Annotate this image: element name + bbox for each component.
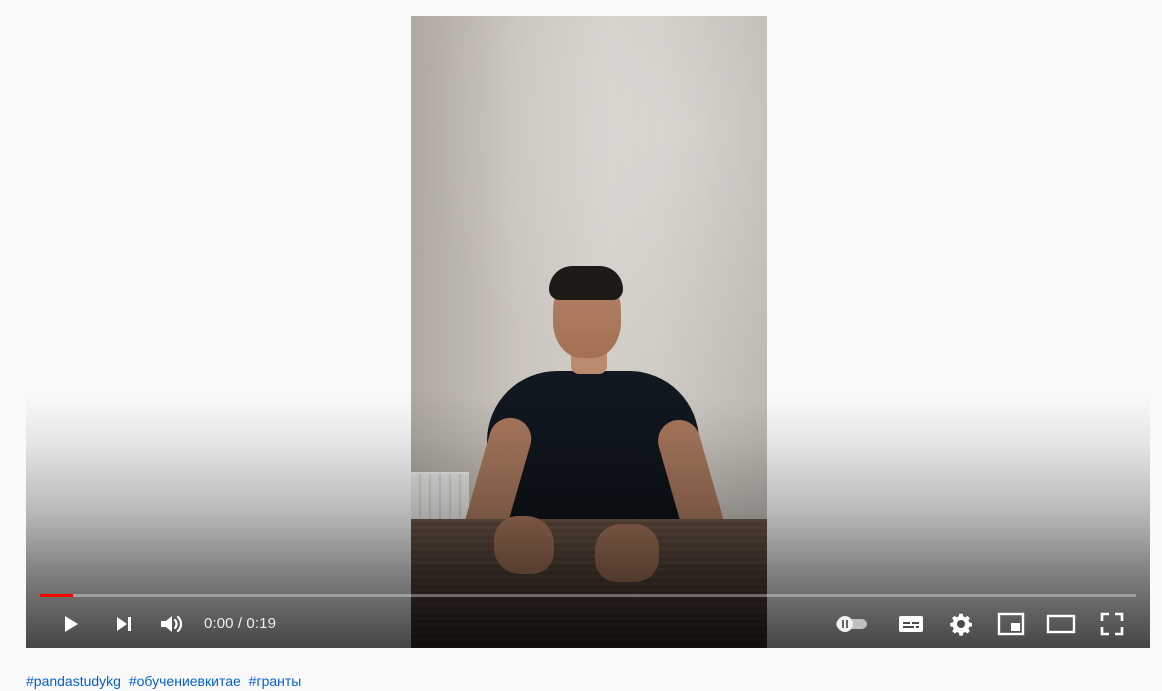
settings-button[interactable] [942, 604, 980, 644]
play-button[interactable] [54, 604, 86, 644]
player-controls: 0:00 / 0:19 [26, 604, 1150, 644]
total-time: 0:19 [246, 615, 277, 632]
miniplayer-icon [997, 612, 1025, 636]
radiator [411, 472, 469, 520]
subtitles-button[interactable] [892, 604, 930, 644]
person-hair [549, 266, 623, 300]
time-separator: / [233, 615, 247, 632]
hashtag-link[interactable]: #pandastudykg [26, 673, 121, 689]
current-time: 0:00 [204, 615, 234, 632]
video-player[interactable]: 0:00 / 0:19 [26, 16, 1150, 648]
person-left-hand [494, 516, 554, 574]
play-icon [65, 616, 78, 632]
volume-button[interactable] [154, 604, 190, 644]
person-right-hand [595, 524, 659, 582]
progress-fill [40, 594, 73, 597]
miniplayer-button[interactable] [992, 604, 1030, 644]
next-icon [117, 617, 131, 631]
fullscreen-icon [1100, 612, 1124, 636]
subtitles-icon [899, 616, 923, 632]
theater-mode-icon [1046, 614, 1076, 634]
hashtags: #pandastudykg #обучениевкитае #гранты [26, 672, 305, 690]
theater-mode-button[interactable] [1042, 604, 1080, 644]
volume-icon [161, 615, 183, 633]
hashtag-link[interactable]: #гранты [249, 673, 302, 689]
gear-icon [950, 613, 972, 636]
next-button[interactable] [108, 604, 140, 644]
hashtag-link[interactable]: #обучениевкитае [129, 673, 241, 689]
autoplay-toggle[interactable] [832, 604, 872, 644]
progress-bar[interactable] [40, 594, 1136, 597]
video-frame[interactable] [411, 16, 767, 648]
fullscreen-button[interactable] [1094, 604, 1130, 644]
autoplay-toggle-icon [836, 616, 867, 632]
time-display: 0:00 / 0:19 [204, 614, 276, 634]
youtube-watch-page: 0:00 / 0:19 #pandastudykg #обучениевкита… [0, 0, 1162, 691]
